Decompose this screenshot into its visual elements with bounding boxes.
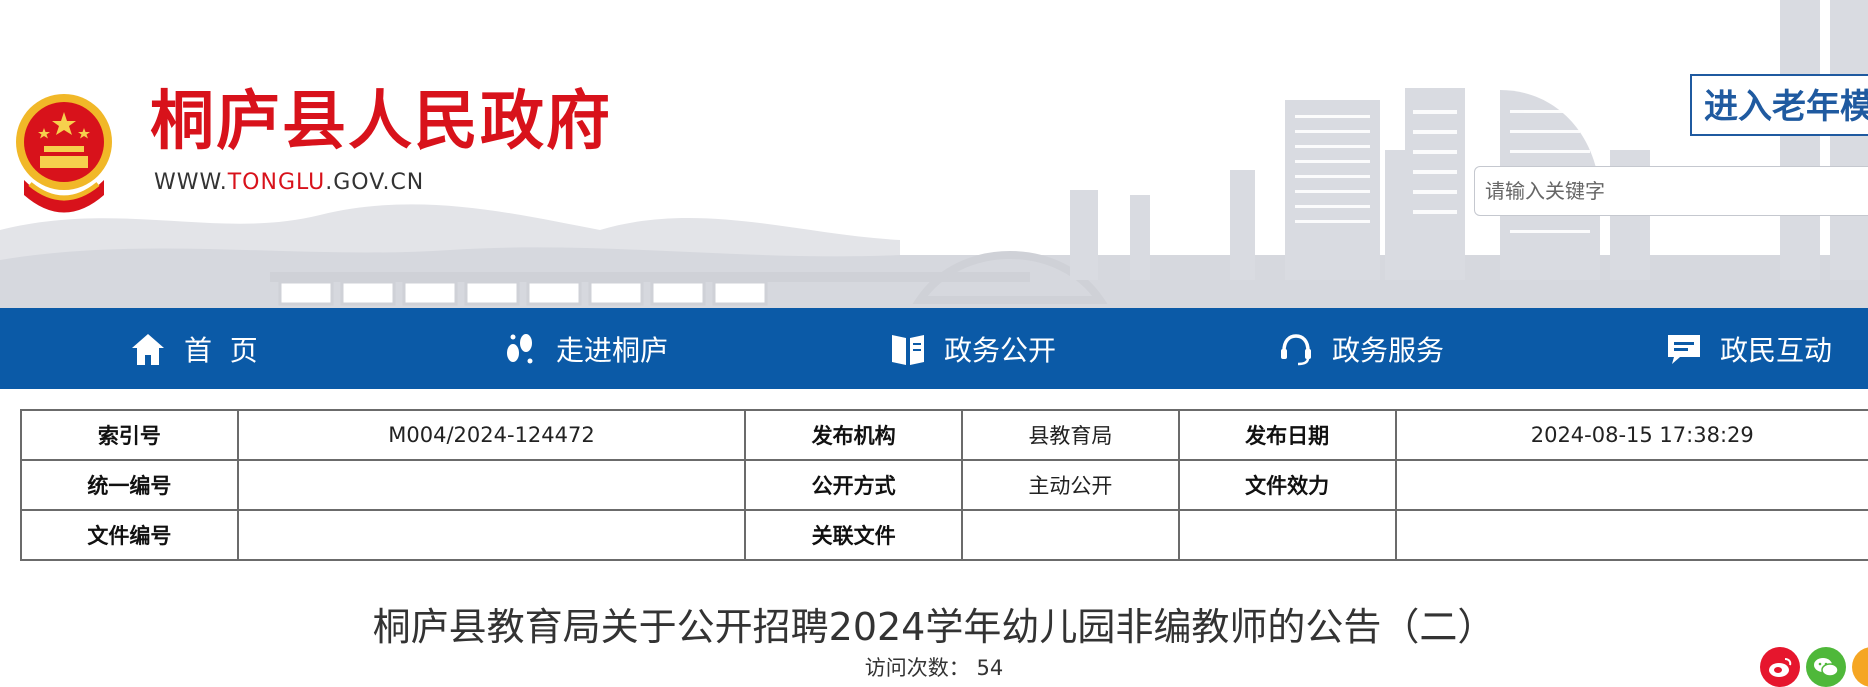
- wechat-icon[interactable]: [1806, 647, 1846, 687]
- chat-icon: [1666, 331, 1702, 367]
- table-row: 文件编号 关联文件: [21, 510, 1868, 560]
- index-number-label: 索引号: [21, 410, 238, 460]
- document-meta-table: 索引号 M004/2024-124472 发布机构 县教育局 发布日期 2024…: [20, 409, 1868, 561]
- more-share-icon[interactable]: [1852, 647, 1868, 687]
- nav-item-public-interaction[interactable]: 政民互动: [1666, 308, 1832, 389]
- site-url-highlight: TONGLU: [228, 170, 326, 195]
- footprints-icon: [502, 331, 538, 367]
- publish-date-label: 发布日期: [1179, 410, 1396, 460]
- visit-count-value: 54: [976, 656, 1003, 680]
- site-title: 桐庐县人民政府: [150, 82, 612, 162]
- disclosure-method-value: 主动公开: [962, 460, 1179, 510]
- home-icon: [130, 331, 166, 367]
- nav-item-label: 走进桐庐: [556, 329, 668, 369]
- document-number-value: [238, 510, 746, 560]
- main-nav: 首 页 走进桐庐 政务公开 政务服务 政民互动: [0, 308, 1868, 389]
- disclosure-method-label: 公开方式: [745, 460, 962, 510]
- open-book-icon: [890, 331, 926, 367]
- article-title: 桐庐县教育局关于公开招聘2024学年幼儿园非编教师的公告（二）: [0, 596, 1868, 651]
- nav-item-gov-affairs-open[interactable]: 政务公开: [890, 308, 1056, 389]
- publisher-value: 县教育局: [962, 410, 1179, 460]
- index-number-value: M004/2024-124472: [238, 410, 746, 460]
- empty-label-cell: [1179, 510, 1396, 560]
- publish-date-value: 2024-08-15 17:38:29: [1396, 410, 1868, 460]
- share-bar: [1760, 647, 1868, 687]
- nav-item-home[interactable]: 首 页: [130, 308, 258, 389]
- visit-count: 访问次数： 54: [0, 652, 1868, 682]
- visit-count-label: 访问次数：: [865, 656, 970, 680]
- nav-item-label: 政务公开: [944, 329, 1056, 369]
- unified-number-label: 统一编号: [21, 460, 238, 510]
- nav-item-label: 政务服务: [1332, 329, 1444, 369]
- weibo-icon[interactable]: [1760, 647, 1800, 687]
- search-input[interactable]: [1474, 166, 1868, 216]
- document-number-label: 文件编号: [21, 510, 238, 560]
- nav-item-gov-services[interactable]: 政务服务: [1278, 308, 1444, 389]
- site-url: WWW.TONGLU.GOV.CN: [154, 170, 424, 195]
- nav-item-label: 政民互动: [1720, 329, 1832, 369]
- empty-value-cell: [1396, 510, 1868, 560]
- table-row: 索引号 M004/2024-124472 发布机构 县教育局 发布日期 2024…: [21, 410, 1868, 460]
- elder-mode-button[interactable]: 进入老年模式: [1690, 74, 1868, 136]
- document-validity-label: 文件效力: [1179, 460, 1396, 510]
- site-url-prefix: WWW.: [154, 170, 228, 195]
- header-banner: 桐庐县人民政府 WWW.TONGLU.GOV.CN 进入老年模式: [0, 0, 1868, 308]
- site-url-suffix: .GOV.CN: [325, 170, 424, 195]
- national-emblem-icon: [10, 80, 118, 220]
- headset-icon: [1278, 331, 1314, 367]
- related-documents-value[interactable]: [962, 510, 1179, 560]
- nav-item-about-tonglu[interactable]: 走进桐庐: [502, 308, 668, 389]
- related-documents-label: 关联文件: [745, 510, 962, 560]
- nav-item-label: 首 页: [184, 329, 258, 369]
- unified-number-value: [238, 460, 746, 510]
- publisher-label: 发布机构: [745, 410, 962, 460]
- document-validity-value: [1396, 460, 1868, 510]
- table-row: 统一编号 公开方式 主动公开 文件效力: [21, 460, 1868, 510]
